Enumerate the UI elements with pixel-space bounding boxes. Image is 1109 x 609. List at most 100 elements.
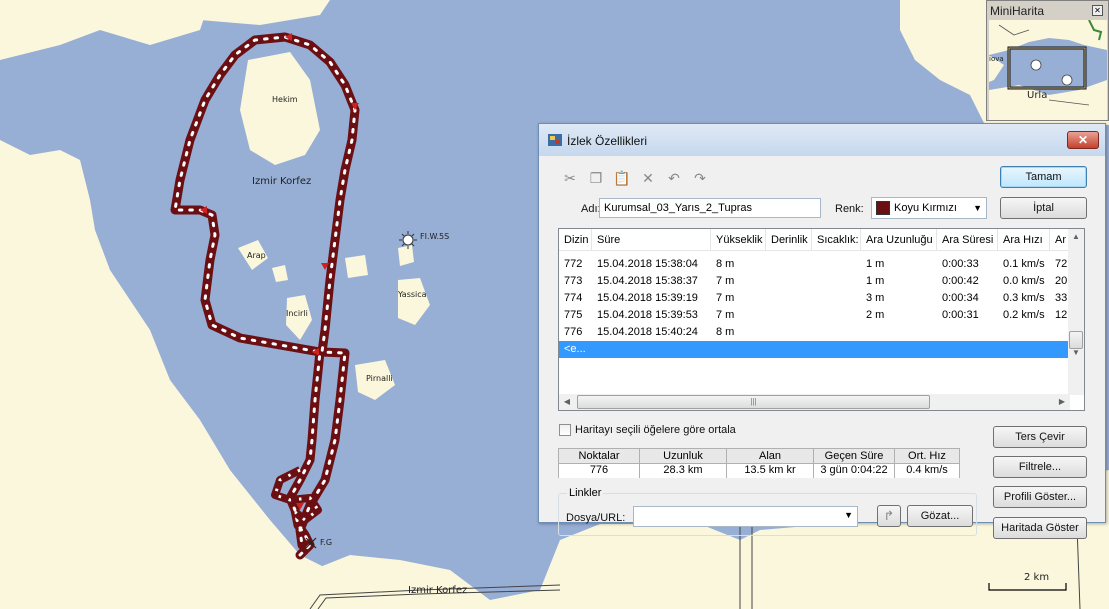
label-hekim: Hekim — [272, 95, 298, 104]
table-cell — [766, 256, 812, 273]
stat-column: Geçen Süre 3 gün 0:04:22 — [813, 448, 895, 478]
stat-header: Uzunluk — [640, 449, 726, 464]
table-cell — [766, 324, 812, 341]
table-cell: 15.04.2018 15:40:24 — [597, 326, 698, 338]
table-cell: 8 m — [716, 258, 735, 270]
table-cell: 7 m — [716, 309, 735, 321]
undo-icon[interactable]: ↶ — [665, 169, 683, 187]
cut-icon[interactable]: ✂ — [561, 169, 579, 187]
col-yukseklik[interactable]: Yükseklik — [711, 229, 766, 251]
browse-button[interactable]: Gözat... — [907, 505, 973, 527]
table-cell: 15.04.2018 15:38:04 — [597, 258, 698, 270]
col-ara-hizi[interactable]: Ara Hızı — [998, 229, 1050, 251]
dialog-titlebar[interactable]: İzlek Özellikleri ✕ — [539, 124, 1105, 156]
label-pirnalli: Pirnalli — [366, 374, 393, 383]
table-cell: 7 m — [716, 292, 735, 304]
track-points-table[interactable]: Dizin Süre Yükseklik Derinlik Sıcaklık: … — [558, 228, 1085, 411]
scroll-left-icon[interactable]: ◀ — [559, 394, 575, 410]
col-derinlik[interactable]: Derinlik — [766, 229, 812, 251]
table-row[interactable]: 774 15.04.2018 15:39:19 7 m 3 m 0:00:34 0.3 k… — [559, 290, 1071, 307]
scroll-right-icon[interactable]: ▶ — [1054, 394, 1070, 410]
table-header: Dizin Süre Yükseklik Derinlik Sıcaklık: … — [559, 229, 1071, 251]
table-cell — [766, 290, 812, 307]
table-cell — [998, 324, 1050, 341]
table-cell — [812, 324, 861, 341]
color-select-value: Koyu Kırmızı — [894, 202, 957, 214]
table-cell: 0.0 km/s — [1003, 275, 1045, 287]
chevron-down-icon: ▼ — [844, 510, 853, 520]
table-cell: 0.2 km/s — [1003, 309, 1045, 321]
table-row[interactable]: 776 15.04.2018 15:40:24 8 m — [559, 324, 1071, 341]
show-on-map-button[interactable]: Haritada Göster — [993, 517, 1087, 539]
stat-value: 28.3 km — [640, 464, 726, 478]
center-map-checkbox[interactable] — [559, 424, 571, 436]
table-cell: 775 — [564, 309, 583, 321]
ok-button[interactable]: Tamam — [1000, 166, 1087, 188]
reverse-button[interactable]: Ters Çevir — [993, 426, 1087, 448]
color-select[interactable]: Koyu Kırmızı ▼ — [871, 197, 987, 219]
minimap-label-urla: Urla — [1027, 90, 1048, 101]
cancel-button[interactable]: İptal — [1000, 197, 1087, 219]
name-label: Adı: — [581, 203, 601, 215]
col-sicaklik[interactable]: Sıcaklık: — [812, 229, 861, 251]
file-url-input[interactable]: ▼ — [633, 506, 858, 527]
table-cell — [812, 256, 861, 273]
table-cell: 2 m — [866, 309, 885, 321]
scroll-up-icon[interactable]: ▲ — [1068, 229, 1084, 245]
filter-button[interactable]: Filtrele... — [993, 456, 1087, 478]
stat-value: 776 — [559, 464, 639, 478]
track-properties-dialog[interactable]: İzlek Özellikleri ✕ ✂ ❐ 📋 ✕ ↶ ↷ Adı: Kur… — [538, 123, 1106, 539]
table-row[interactable]: 772 15.04.2018 15:38:04 8 m 1 m 0:00:33 0.1 k… — [559, 256, 1071, 273]
links-title: Linkler — [567, 487, 604, 499]
links-group: Linkler Dosya/URL: ▼ ↱ Gözat... — [558, 487, 977, 536]
table-cell: 774 — [564, 292, 583, 304]
redo-icon[interactable]: ↷ — [691, 169, 709, 187]
stat-value: 13.5 km kr — [727, 464, 813, 478]
new-row-placeholder: <e... — [564, 343, 586, 355]
color-swatch — [876, 201, 890, 215]
minimap-view[interactable]: iova Urla — [989, 20, 1107, 120]
show-profile-button[interactable]: Profili Göster... — [993, 486, 1087, 508]
table-cell: 15.04.2018 15:38:37 — [597, 275, 698, 287]
table-cell — [861, 324, 937, 341]
table-cell: 7 m — [716, 275, 735, 287]
table-cell: 0.1 km/s — [1003, 258, 1045, 270]
open-link-button[interactable]: ↱ — [877, 505, 901, 527]
table-cell — [812, 290, 861, 307]
minimap-panel[interactable]: MiniHarita ✕ iova Urla — [986, 0, 1109, 121]
col-dizin[interactable]: Dizin — [559, 229, 592, 251]
table-cell: 0:00:31 — [942, 309, 979, 321]
col-ara-suresi[interactable]: Ara Süresi — [937, 229, 998, 251]
name-input[interactable]: Kurumsal_03_Yarıs_2_Tupras — [599, 198, 821, 218]
stat-value: 0.4 km/s — [895, 464, 959, 478]
minimap-title: MiniHarita — [990, 4, 1045, 18]
scale-line — [988, 583, 1067, 591]
chevron-down-icon: ▼ — [973, 203, 982, 213]
table-new-row[interactable]: <e... — [559, 341, 1071, 358]
center-map-label: Haritayı seçili öğelere göre ortala — [575, 424, 736, 436]
table-row[interactable]: 773 15.04.2018 15:38:37 7 m 1 m 0:00:42 0.0 k… — [559, 273, 1071, 290]
scale-bar: 2 km — [988, 572, 1068, 592]
table-cell — [812, 307, 861, 324]
table-row[interactable]: 775 15.04.2018 15:39:53 7 m 2 m 0:00:31 0.2 k… — [559, 307, 1071, 324]
paste-icon[interactable]: 📋 — [613, 169, 631, 187]
col-ara-uzunlugu[interactable]: Ara Uzunluğu — [861, 229, 937, 251]
copy-icon[interactable]: ❐ — [587, 169, 605, 187]
color-label: Renk: — [835, 203, 864, 215]
stat-header: Geçen Süre — [814, 449, 894, 464]
scroll-down-icon[interactable]: ▼ — [1068, 345, 1084, 361]
horizontal-scrollbar[interactable]: ◀ ||| ▶ — [559, 394, 1070, 410]
table-cell: 0:00:34 — [942, 292, 979, 304]
horizontal-scroll-thumb[interactable]: ||| — [577, 395, 930, 409]
label-izmir-korfez-bottom: Izmir Korfez — [408, 585, 468, 596]
table-cell — [812, 273, 861, 290]
table-cell: 776 — [564, 326, 583, 338]
delete-icon[interactable]: ✕ — [639, 169, 657, 187]
minimap-close-button[interactable]: ✕ — [1092, 5, 1103, 16]
dialog-body: ✂ ❐ 📋 ✕ ↶ ↷ Adı: Kurumsal_03_Yarıs_2_Tup… — [545, 156, 1101, 539]
table-cell: 15.04.2018 15:39:19 — [597, 292, 698, 304]
vertical-scrollbar[interactable]: ▲ ▼ — [1068, 229, 1084, 395]
table-cell: 0:00:33 — [942, 258, 979, 270]
col-sure[interactable]: Süre — [592, 229, 711, 251]
dialog-close-button[interactable]: ✕ — [1067, 131, 1099, 149]
